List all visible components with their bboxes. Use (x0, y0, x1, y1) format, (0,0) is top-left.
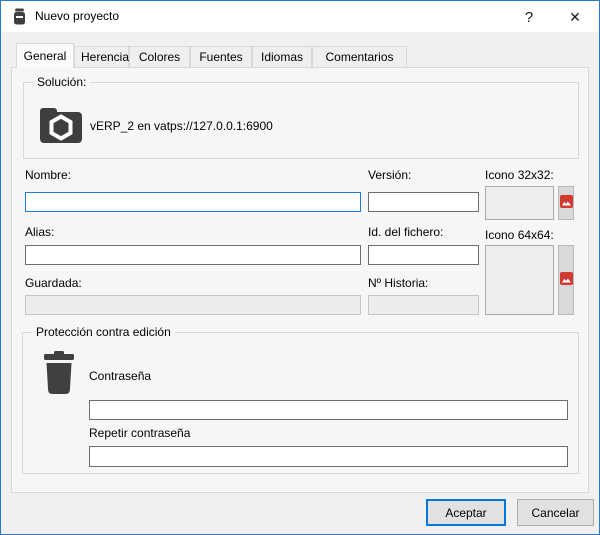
guardada-input (25, 295, 361, 315)
tab-colores[interactable]: Colores (129, 46, 190, 68)
historia-label: Nº Historia: (368, 276, 428, 290)
version-label: Versión: (368, 168, 411, 182)
tab-herencia[interactable]: Herencia (74, 46, 129, 68)
icono32-label: Icono 32x32: (485, 168, 554, 182)
alias-input[interactable] (25, 245, 361, 265)
tab-pane-general: Solución: vERP_2 en vatps://127.0.0.1:69… (11, 67, 589, 493)
protection-group: Protección contra edición Contraseña Rep… (22, 332, 579, 474)
icono32-browse-button[interactable] (558, 186, 574, 220)
solution-folder-hexagon-icon (39, 106, 83, 144)
repetir-contrasena-input[interactable] (89, 446, 568, 467)
solution-group-label: Solución: (33, 75, 90, 89)
image-icon (560, 195, 573, 211)
nombre-label: Nombre: (25, 168, 71, 182)
nombre-input[interactable] (25, 192, 361, 212)
repetir-contrasena-label: Repetir contraseña (89, 426, 190, 440)
historia-input (368, 295, 479, 315)
icono64-preview (485, 245, 554, 315)
accept-button[interactable]: Aceptar (426, 499, 506, 526)
tab-comentarios[interactable]: Comentarios (312, 46, 407, 68)
protection-group-label: Protección contra edición (32, 325, 175, 339)
image-icon (560, 272, 573, 288)
solution-value: vERP_2 en vatps://127.0.0.1:6900 (90, 119, 273, 133)
titlebar[interactable]: Nuevo proyecto ? ✕ (1, 1, 599, 32)
id-fichero-label: Id. del fichero: (368, 225, 443, 239)
cancel-button[interactable]: Cancelar (517, 499, 594, 526)
tab-general[interactable]: General (16, 43, 74, 68)
app-jar-icon (12, 8, 27, 25)
version-input[interactable] (368, 192, 479, 212)
solution-group: Solución: vERP_2 en vatps://127.0.0.1:69… (23, 82, 579, 159)
contrasena-label: Contraseña (89, 369, 151, 383)
tab-fuentes[interactable]: Fuentes (190, 46, 252, 68)
help-button[interactable]: ? (513, 1, 545, 32)
guardada-label: Guardada: (25, 276, 82, 290)
tab-idiomas[interactable]: Idiomas (252, 46, 312, 68)
dialog-nuevo-proyecto: Nuevo proyecto ? ✕ General Herencia Colo… (0, 0, 600, 535)
trash-icon (43, 351, 75, 395)
icono64-browse-button[interactable] (558, 245, 574, 315)
icono32-preview (485, 186, 554, 220)
contrasena-input[interactable] (89, 400, 568, 420)
close-button[interactable]: ✕ (559, 1, 591, 32)
window-title: Nuevo proyecto (35, 1, 119, 32)
id-fichero-input[interactable] (368, 245, 479, 265)
icono64-label: Icono 64x64: (485, 228, 554, 242)
alias-label: Alias: (25, 225, 54, 239)
